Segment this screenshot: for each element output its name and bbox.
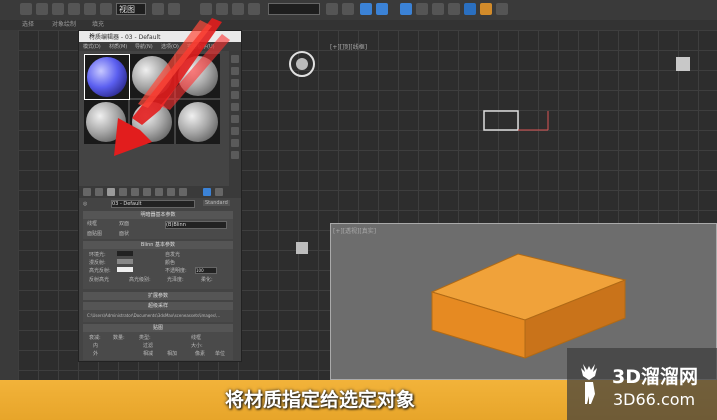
watermark-main: 3D溜溜网 (612, 366, 698, 388)
deer-logo-icon (581, 364, 597, 404)
arrow-head (114, 118, 152, 156)
caption-text: 将材质指定给选定对象 (224, 389, 415, 411)
watermark-logo: 3D溜溜网 3D66.com (567, 348, 717, 420)
arrow-stroke-1 (132, 18, 222, 125)
watermark-sub: 3D66.com (613, 390, 696, 409)
